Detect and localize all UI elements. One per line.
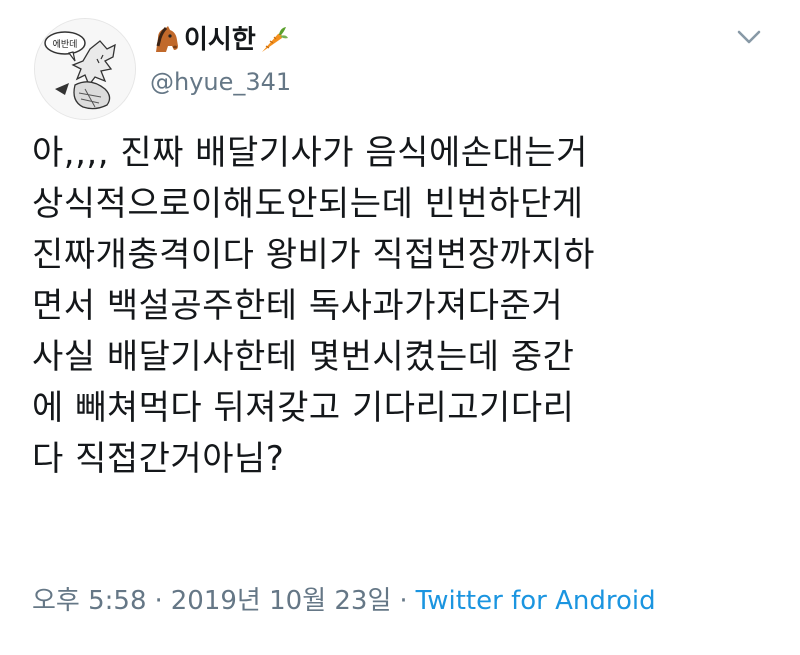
tweet-text-line: 에 빼쳐먹다 뒤져갖고 기다리고기다리 (32, 388, 575, 428)
tweet-source-link[interactable]: Twitter for Android (416, 586, 656, 616)
tweet-card: 에반데 이시한 @hyue_341 아,,,, 진짜 배달기사가 음식에손대는거… (0, 0, 800, 655)
tweet-metadata: 오후 5:58 · 2019년 10월 23일 · Twitter for Androi… (32, 583, 656, 619)
carrot-icon (258, 24, 290, 56)
tweet-time[interactable]: 오후 5:58 (32, 586, 147, 616)
tweet-text-line: 사실 배달기사한테 몇번시켰는데 중간 (32, 337, 575, 377)
user-name-row[interactable]: 이시한 (150, 22, 290, 58)
tweet-text-line: 다 직접간거아님? (32, 439, 285, 479)
chevron-down-icon[interactable] (736, 28, 762, 46)
tweet-text-line: 면서 백설공주한테 독사과가져다준거 (32, 286, 564, 326)
user-handle[interactable]: @hyue_341 (150, 66, 291, 98)
separator: · (154, 586, 163, 616)
avatar[interactable]: 에반데 (34, 18, 136, 120)
horse-icon (150, 24, 182, 56)
display-name: 이시한 (184, 25, 256, 55)
tweet-text-line: 아,,,, 진짜 배달기사가 음식에손대는거 (32, 133, 588, 173)
tweet-text-line: 진짜개충격이다 왕비가 직접변장까지하 (32, 235, 595, 275)
tweet-text: 아,,,, 진짜 배달기사가 음식에손대는거 상식적으로이해도안되는데 빈번하단… (32, 128, 782, 485)
tweet-date[interactable]: 2019년 10월 23일 (171, 586, 392, 616)
avatar-image: 에반데 (35, 19, 135, 119)
tweet-text-line: 상식적으로이해도안되는데 빈번하단게 (32, 184, 584, 224)
avatar-speech-text: 에반데 (53, 39, 78, 50)
separator: · (399, 586, 408, 616)
